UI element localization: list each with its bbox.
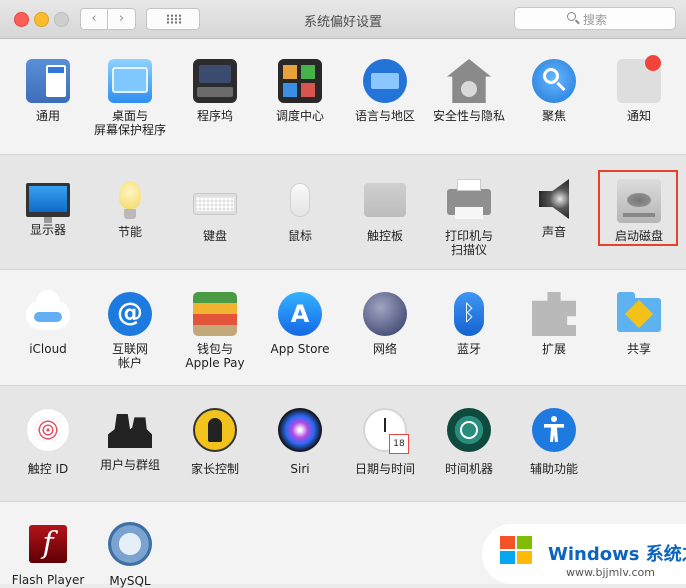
bluetooth-icon: ᛒ bbox=[454, 292, 484, 336]
pref-row-system: 触控 ID 用户与群组 家长控制 Siri 日期与时间 时间机器 辅助功能 bbox=[0, 386, 686, 502]
trackpad-icon bbox=[364, 183, 406, 217]
pref-sharing[interactable]: 共享 bbox=[596, 292, 682, 356]
watermark-brand: Windows 系统之家 bbox=[548, 544, 686, 565]
windows-logo-icon bbox=[500, 536, 534, 566]
time-machine-icon bbox=[447, 408, 491, 452]
printer-scanner-icon bbox=[447, 179, 491, 219]
search-icon bbox=[567, 12, 576, 21]
accessibility-icon bbox=[532, 408, 576, 452]
pref-notifications[interactable]: 通知 bbox=[596, 55, 682, 123]
minimize-window-button[interactable] bbox=[34, 12, 49, 27]
flash-player-icon: f bbox=[29, 525, 67, 563]
show-all-button[interactable] bbox=[146, 8, 200, 30]
dock-icon bbox=[193, 59, 237, 103]
pref-energy-saver[interactable]: 节能 bbox=[87, 179, 173, 239]
pref-keyboard[interactable]: 键盘 bbox=[172, 179, 258, 243]
zoom-window-button[interactable] bbox=[54, 12, 69, 27]
pref-bluetooth[interactable]: ᛒ 蓝牙 bbox=[426, 292, 512, 356]
title-bar: ‹ › 系统偏好设置 搜索 bbox=[0, 0, 686, 39]
energy-saver-icon bbox=[119, 181, 141, 219]
pref-dock[interactable]: 程序坞 bbox=[172, 59, 258, 123]
icloud-icon bbox=[26, 290, 70, 330]
pref-desktop-screensaver[interactable]: 桌面与 屏幕保护程序 bbox=[87, 59, 173, 137]
pref-language-region[interactable]: 语言与地区 bbox=[342, 59, 428, 123]
app-store-icon: A bbox=[278, 292, 322, 336]
pref-network[interactable]: 网络 bbox=[342, 292, 428, 356]
grid-icon bbox=[166, 14, 182, 24]
touch-id-icon bbox=[26, 408, 70, 452]
startup-disk-highlight-box bbox=[598, 170, 678, 246]
pref-siri[interactable]: Siri bbox=[257, 408, 343, 476]
pref-flash-player[interactable]: f Flash Player bbox=[5, 522, 91, 587]
security-privacy-icon bbox=[447, 59, 491, 103]
displays-icon bbox=[26, 183, 70, 223]
pref-app-store[interactable]: A App Store bbox=[257, 292, 343, 356]
watermark: Windows 系统之家 www.bjjmlv.com bbox=[482, 524, 686, 584]
date-time-icon bbox=[363, 408, 409, 454]
close-window-button[interactable] bbox=[14, 12, 29, 27]
mission-control-icon bbox=[278, 59, 322, 103]
watermark-site: www.bjjmlv.com bbox=[566, 566, 655, 579]
pref-accessibility[interactable]: 辅助功能 bbox=[511, 408, 597, 476]
spotlight-icon bbox=[532, 59, 576, 103]
pref-sound[interactable]: 声音 bbox=[511, 179, 597, 239]
pref-spotlight[interactable]: 聚焦 bbox=[511, 59, 597, 123]
network-icon bbox=[363, 292, 407, 336]
pref-row-hardware: 显示器 节能 键盘 鼠标 触控板 打印机与 扫描仪 声音 启动磁盘 bbox=[0, 155, 686, 270]
parental-controls-icon bbox=[193, 408, 237, 452]
back-button[interactable]: ‹ bbox=[80, 8, 108, 30]
pref-internet-accounts[interactable]: @ 互联网 帐户 bbox=[87, 292, 173, 370]
forward-button[interactable]: › bbox=[108, 8, 136, 30]
notifications-icon bbox=[617, 55, 661, 103]
pref-touch-id[interactable]: 触控 ID bbox=[5, 408, 91, 476]
wallet-icon bbox=[193, 292, 237, 336]
pref-general[interactable]: 通用 bbox=[5, 59, 91, 123]
pref-time-machine[interactable]: 时间机器 bbox=[426, 408, 512, 476]
pref-wallet-apple-pay[interactable]: 钱包与 Apple Pay bbox=[172, 292, 258, 370]
pref-mysql[interactable]: MySQL bbox=[87, 522, 173, 588]
mysql-icon bbox=[108, 522, 152, 566]
desktop-screensaver-icon bbox=[108, 59, 152, 103]
window-title: 系统偏好设置 bbox=[303, 15, 382, 30]
pref-printers-scanners[interactable]: 打印机与 扫描仪 bbox=[426, 179, 512, 257]
pref-users-groups[interactable]: 用户与群组 bbox=[87, 408, 173, 472]
pref-mission-control[interactable]: 调度中心 bbox=[257, 59, 343, 123]
pref-parental-controls[interactable]: 家长控制 bbox=[172, 408, 258, 476]
pref-displays[interactable]: 显示器 bbox=[5, 179, 91, 237]
keyboard-icon bbox=[193, 193, 237, 215]
pref-trackpad[interactable]: 触控板 bbox=[342, 179, 428, 243]
pref-date-time[interactable]: 日期与时间 bbox=[342, 408, 428, 476]
pref-row-personal: 通用 桌面与 屏幕保护程序 程序坞 调度中心 语言与地区 安全性与隐私 聚焦 通… bbox=[0, 39, 686, 155]
search-field[interactable]: 搜索 bbox=[514, 7, 676, 30]
pref-extensions[interactable]: 扩展 bbox=[511, 292, 597, 356]
language-region-icon bbox=[363, 59, 407, 103]
mouse-icon bbox=[290, 183, 310, 217]
pref-row-internet: iCloud @ 互联网 帐户 钱包与 Apple Pay A App Stor… bbox=[0, 270, 686, 386]
extensions-icon bbox=[532, 292, 576, 336]
pref-security-privacy[interactable]: 安全性与隐私 bbox=[426, 59, 512, 123]
pref-mouse[interactable]: 鼠标 bbox=[257, 179, 343, 243]
sound-icon bbox=[539, 179, 569, 219]
users-groups-icon bbox=[108, 414, 152, 448]
search-placeholder: 搜索 bbox=[583, 13, 608, 27]
internet-accounts-icon: @ bbox=[108, 292, 152, 336]
pref-icloud[interactable]: iCloud bbox=[5, 290, 91, 356]
sharing-icon bbox=[617, 292, 661, 332]
general-icon bbox=[26, 59, 70, 103]
siri-icon bbox=[278, 408, 322, 452]
